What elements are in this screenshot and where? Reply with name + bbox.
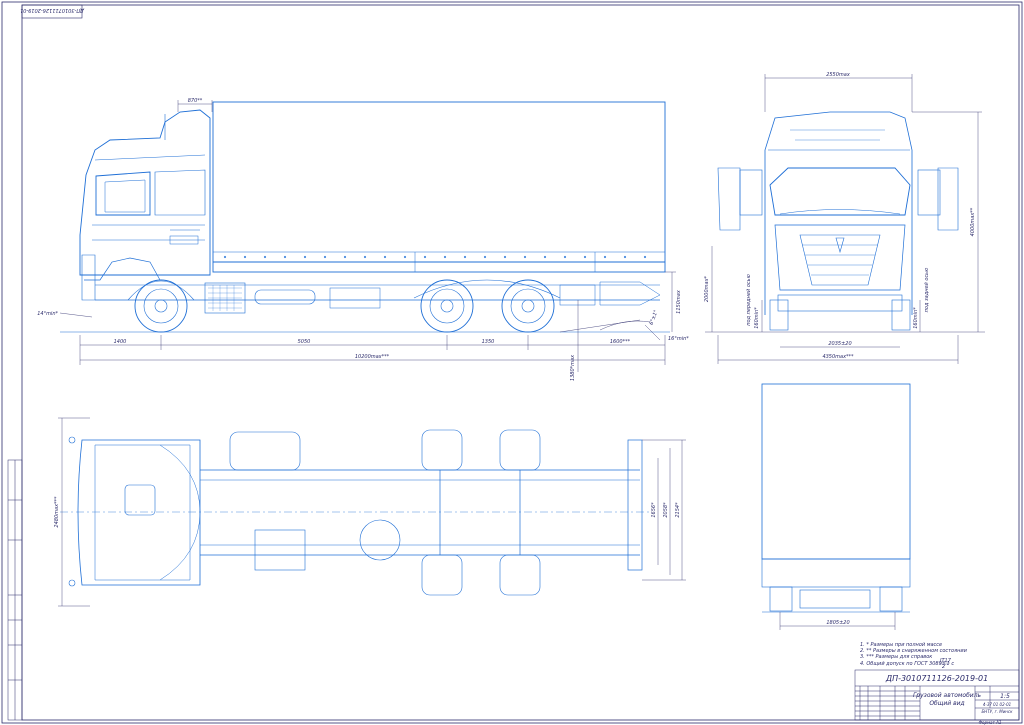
rotated-designation-box: ДП-3010711126-2019-01 — [20, 4, 85, 19]
title-line-2: Общий вид — [929, 700, 964, 707]
dim-4000: 4000max** — [970, 207, 976, 236]
cargo-body — [212, 101, 666, 273]
side-dimensions — [59, 100, 676, 372]
left-side-strip — [7, 459, 23, 721]
dim-2058: 2058* — [663, 502, 669, 518]
org-line-1: 4-37 01 02-01 — [983, 702, 1011, 707]
dim-2154: 2154* — [675, 502, 681, 518]
dim-870: 870** — [188, 98, 203, 104]
dim-1400: 1400 — [114, 339, 127, 345]
rear-view — [761, 383, 911, 613]
dim-160-rear: 160min* — [913, 307, 919, 329]
rear-wheel-2 — [501, 279, 555, 333]
dim-16deg: 16°min* — [668, 336, 689, 342]
dim-14deg: 14°min* — [37, 311, 58, 317]
dim-1656: 1656* — [651, 502, 657, 518]
note-3: 3. *** Размеры для справок — [860, 654, 932, 660]
dim-1150: 1150max — [676, 290, 682, 314]
dim-1600: 1600*** — [610, 339, 631, 345]
dim-10200: 10200max*** — [355, 354, 390, 360]
side-view — [60, 101, 670, 333]
sheet-outer-frame — [1, 1, 1023, 724]
sheet-scale: 1:5 — [1000, 693, 1010, 700]
drawing-canvas: ДП-3010711126-2019-01 1400 5050 1350 160… — [1, 1, 1023, 725]
org-line-2: БНТУ, г. Минск — [981, 709, 1013, 714]
dim-160-front: 160min* — [754, 307, 760, 329]
dim-4350: 4350max*** — [822, 354, 854, 360]
dim-1380: 1380*max — [570, 355, 576, 381]
dim-2035: 2035±20 — [828, 341, 851, 347]
dim-2000: 2000max* — [704, 275, 710, 302]
rotated-designation: ДП-3010711126-2019-01 — [20, 7, 85, 13]
title-designation: ДП-3010711126-2019-01 — [885, 674, 988, 683]
dim-5050: 5050 — [298, 339, 311, 345]
label-rear-axle: под задней осью — [924, 268, 930, 313]
dim-angle: 6°±1° — [649, 309, 660, 326]
dim-2480: 2480max*** — [54, 496, 60, 528]
sheet-format: Формат A1 — [979, 720, 1002, 725]
front-view — [717, 111, 959, 331]
note-fraction-bottom: 2 — [942, 664, 945, 670]
top-view — [60, 429, 650, 596]
dim-2550: 2550max — [826, 72, 850, 78]
front-wheel — [134, 279, 188, 333]
title-line-1: Грузовой автомобиль — [913, 692, 982, 699]
label-front-axle: под передней осью — [746, 274, 752, 326]
rear-wheel-1 — [420, 279, 474, 333]
dim-1350: 1350 — [482, 339, 495, 345]
notes-block: 1. * Размеры при полной массе 2. ** Разм… — [860, 642, 968, 670]
dim-1805: 1805±20 — [826, 620, 849, 626]
